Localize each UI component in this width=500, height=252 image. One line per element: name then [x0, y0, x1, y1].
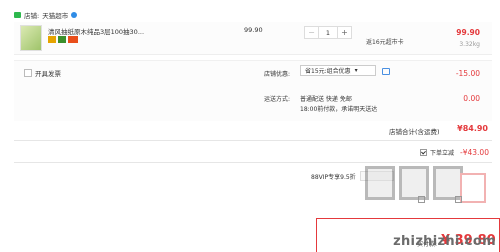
decrease-button[interactable]: − [305, 27, 318, 38]
watermark-glyph [433, 166, 463, 200]
order-options: 开具发票 店铺优惠: 省15元:组合优惠 ▾ -15.00 运送方式: 普通配送… [14, 60, 492, 121]
promo-tag-icon [68, 36, 78, 43]
promo-select[interactable]: 省15元:组合优惠 ▾ [300, 65, 376, 76]
subtotal-amount: ¥84.90 [457, 124, 488, 133]
promo-select-value: 省15元:组合优惠 [305, 68, 351, 75]
promo-amount: -15.00 [455, 69, 480, 78]
instant-discount[interactable]: 下单立减 -¥43.00 [420, 148, 489, 157]
invoice-option[interactable]: 开具发票 [24, 68, 61, 78]
discount-checkbox[interactable] [420, 149, 427, 156]
divider [14, 162, 492, 163]
invoice-label: 开具发票 [35, 70, 61, 78]
watermark-text: zhizhizhi.com [393, 234, 496, 249]
shipping-amount: 0.00 [463, 94, 480, 103]
watermark-glyph [399, 166, 429, 200]
shipping-method: 普通配送 快递 免邮 [300, 96, 352, 103]
increase-button[interactable]: + [338, 27, 351, 38]
discount-amount: -¥43.00 [460, 148, 489, 157]
promo-info-icon[interactable] [382, 68, 390, 75]
shipping-label: 运送方式: [264, 96, 291, 103]
divider [14, 140, 492, 141]
rebate-note: 返16元超市卡 [366, 39, 404, 46]
promo-tag-icon [48, 36, 56, 43]
chevron-down-icon: ▾ [354, 67, 358, 74]
option-checkbox[interactable] [455, 196, 462, 203]
store-header: 店铺: 天猫超市 [14, 10, 78, 20]
quantity-stepper: − 1 + [304, 26, 352, 39]
quantity-input[interactable]: 1 [318, 27, 338, 38]
cart-item: 清风抽纸原木纯品3层100抽30... 99.90 − 1 + 返16元超市卡 … [14, 22, 492, 55]
discount-label: 下单立减 [430, 150, 455, 157]
product-thumbnail[interactable] [20, 25, 42, 51]
store-name-link[interactable]: 天猫超市 [42, 10, 68, 20]
watermark-glyph [365, 166, 395, 200]
promo-label: 店铺优惠: [264, 71, 291, 78]
watermark-glyph [460, 173, 486, 203]
store-label: 店铺: [24, 12, 40, 20]
item-weight: 3.32kg [459, 41, 480, 48]
watermark-logo [365, 166, 463, 200]
subtotal-label: 店铺合计(含运费) [389, 128, 440, 136]
invoice-checkbox[interactable] [24, 69, 32, 77]
option-checkbox[interactable] [418, 196, 425, 203]
promo-tag-icon [58, 36, 66, 43]
item-total-price: 99.90 [456, 28, 480, 37]
store-icon [14, 12, 21, 18]
product-tags [48, 36, 78, 43]
product-title[interactable]: 清风抽纸原木纯品3层100抽30... [48, 26, 144, 36]
option-checkboxes [418, 196, 462, 203]
shipping-promise: 18:00前付款，承诺明天送达 [300, 106, 378, 113]
unit-price: 99.90 [244, 26, 263, 34]
wangwang-chat-icon[interactable] [71, 12, 78, 18]
vip-label: 88VIP专享9.5折 [311, 173, 356, 181]
